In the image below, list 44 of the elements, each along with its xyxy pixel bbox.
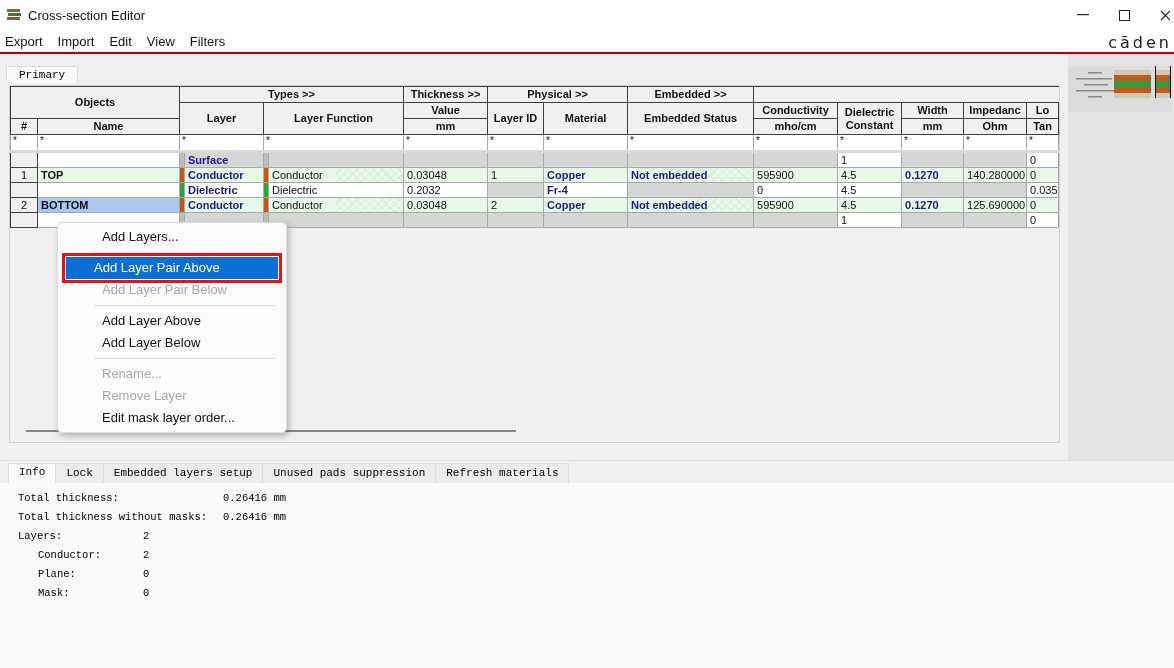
tab[interactable]: Embedded layers setup — [102, 463, 264, 483]
column-header[interactable]: Layer — [179, 102, 264, 135]
column-header[interactable]: Embedded >> — [627, 86, 754, 103]
column-header[interactable]: Embedded Status — [627, 102, 754, 135]
menu-item[interactable]: View — [146, 33, 190, 49]
info-value: 0.26416 mm — [223, 492, 286, 504]
column-header[interactable]: Types >> — [179, 86, 404, 103]
info-label: Mask: — [38, 587, 71, 599]
window-title: Cross-section Editor — [28, 7, 146, 23]
menu-item[interactable]: Add Layer Below — [66, 332, 278, 354]
menu-item[interactable]: Add Layer Above — [66, 310, 278, 332]
info-value: 0 — [143, 587, 150, 599]
column-header[interactable]: Layer ID — [487, 102, 544, 135]
minimize-icon[interactable] — [1077, 14, 1089, 16]
info-label: Total thickness without masks: — [18, 511, 209, 523]
tab[interactable]: Lock — [55, 463, 104, 483]
logo: cāden — [1108, 33, 1172, 52]
info-value: 2 — [143, 530, 150, 542]
column-header[interactable]: Layer Function — [263, 102, 404, 135]
tab[interactable]: Primary — [6, 66, 79, 83]
info-label: Plane: — [38, 568, 77, 580]
info-value: 0 — [143, 568, 150, 580]
menu-item[interactable]: Import — [57, 33, 110, 49]
column-header[interactable]: Physical >> — [487, 86, 628, 103]
app-icon — [6, 8, 22, 22]
menu-item[interactable]: Export — [5, 33, 58, 49]
info-label: Conductor: — [38, 549, 102, 561]
menu-item[interactable]: Edit — [109, 33, 147, 49]
info-label: Layers: — [18, 530, 64, 542]
maximize-icon[interactable] — [1119, 9, 1130, 21]
tab[interactable]: Info — [8, 463, 57, 483]
menu-item[interactable]: Add Layers... — [66, 226, 278, 248]
menu-item[interactable]: Edit mask layer order... — [66, 407, 278, 429]
info-value: 2 — [143, 549, 150, 561]
column-header[interactable]: Thickness >> — [403, 86, 488, 103]
column-header[interactable]: Dielectric Constant — [837, 102, 902, 135]
tab[interactable]: Unused pads suppression — [262, 463, 437, 483]
column-header[interactable]: Objects — [10, 86, 180, 119]
menu-item[interactable]: Filters — [189, 33, 241, 49]
tab[interactable]: Refresh materials — [435, 463, 570, 483]
column-header[interactable]: Material — [543, 102, 628, 135]
info-label: Total thickness: — [18, 492, 120, 504]
info-value: 0.26416 mm — [223, 511, 286, 523]
close-icon[interactable] — [1160, 9, 1170, 21]
